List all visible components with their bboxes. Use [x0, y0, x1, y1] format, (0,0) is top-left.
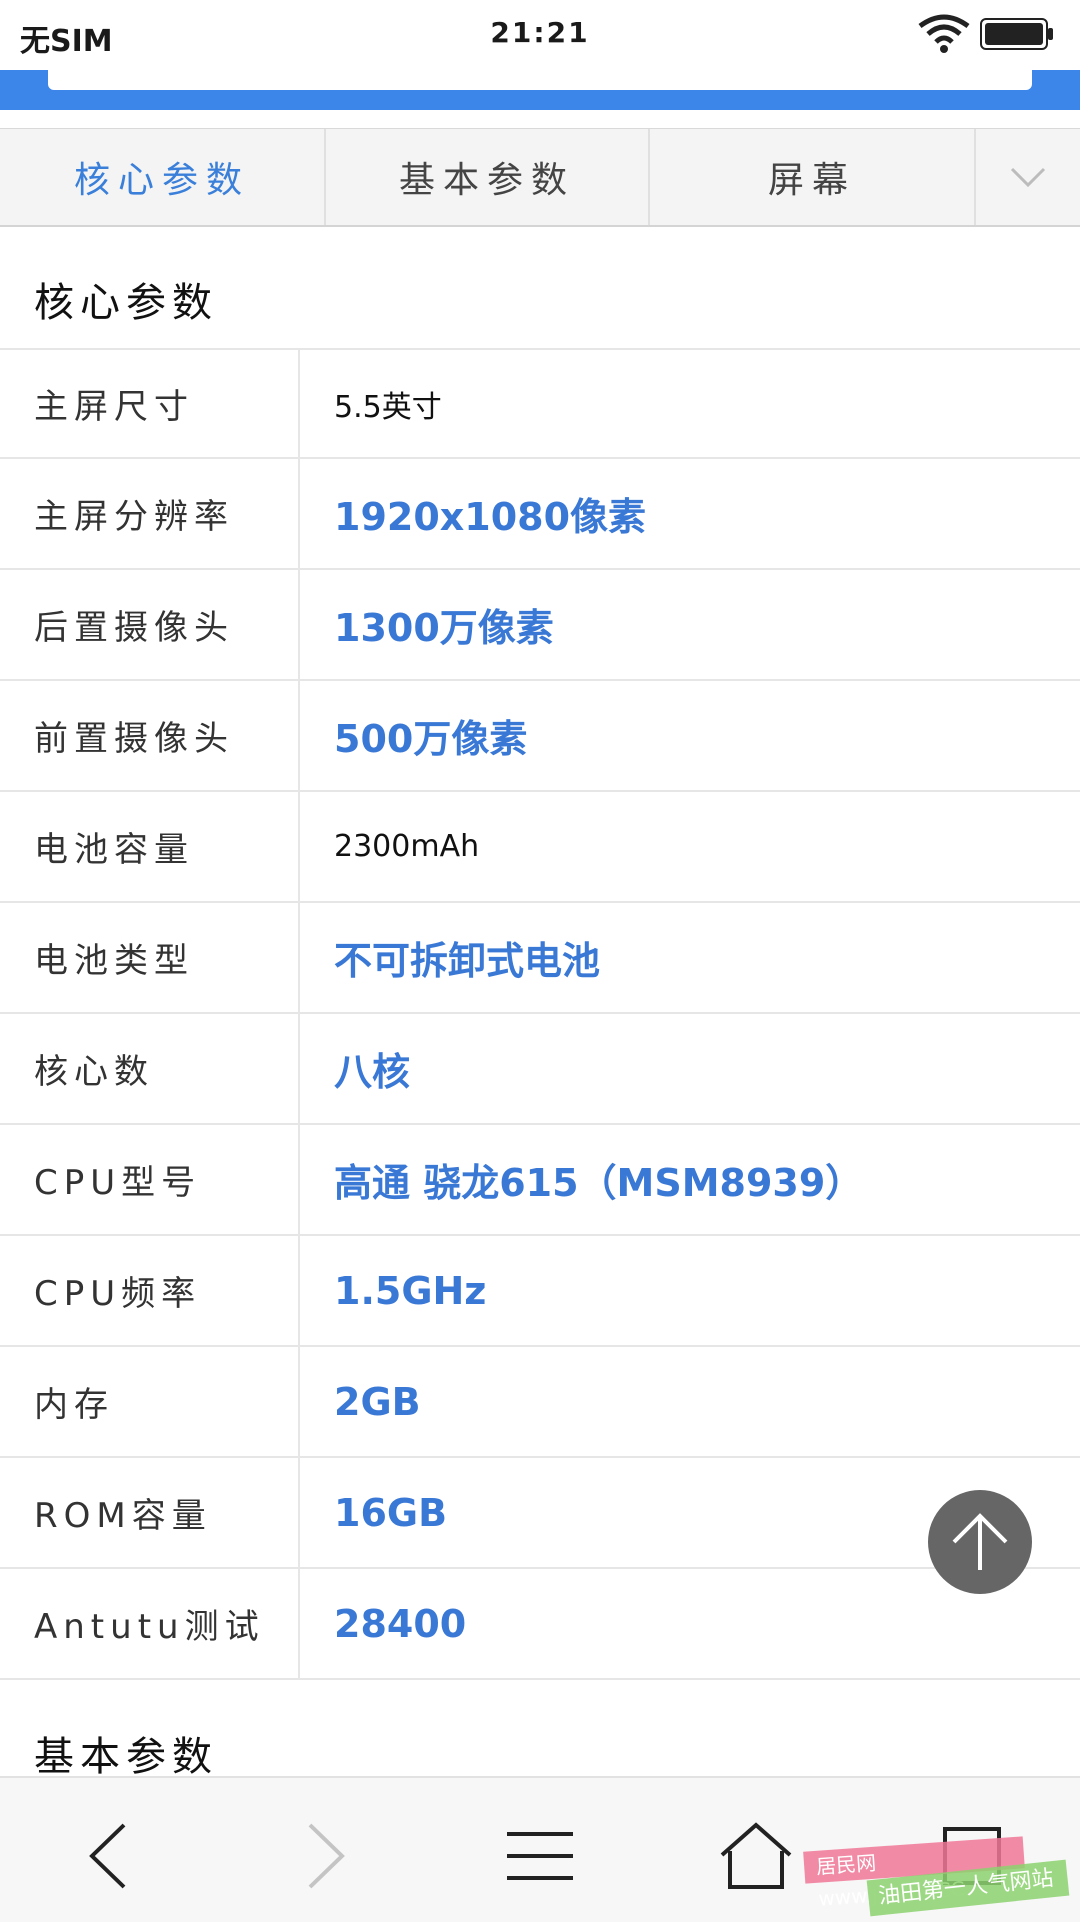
spec-value: 2300mAh [334, 829, 480, 864]
table-row: CPU频率 1.5GHz [0, 1236, 1080, 1347]
scroll-top-button[interactable] [928, 1490, 1032, 1594]
menu-button[interactable] [500, 1816, 580, 1896]
spec-label: 主屏尺寸 [0, 350, 300, 457]
table-row: 电池类型 不可拆卸式电池 [0, 903, 1080, 1014]
spec-label: CPU频率 [0, 1236, 300, 1345]
tab-dropdown-button[interactable] [976, 129, 1080, 225]
forward-button[interactable] [286, 1816, 366, 1896]
back-button[interactable] [68, 1816, 148, 1896]
tab-basic-params[interactable]: 基本参数 [326, 129, 650, 225]
spec-value[interactable]: 八核 [300, 1014, 1080, 1123]
table-row: 主屏分辨率 1920x1080像素 [0, 459, 1080, 570]
status-bar: 无SIM 21:21 [0, 0, 1080, 70]
home-icon [720, 1822, 792, 1889]
table-row: 内存 2GB [0, 1347, 1080, 1458]
tab-screen[interactable]: 屏幕 [650, 129, 976, 225]
table-row: 后置摄像头 1300万像素 [0, 570, 1080, 681]
chevron-down-icon [1010, 167, 1046, 188]
spec-label: 前置摄像头 [0, 681, 300, 790]
search-box[interactable] [48, 70, 1032, 90]
spec-value[interactable]: 1300万像素 [300, 570, 1080, 679]
chevron-right-icon [308, 1823, 345, 1889]
spec-value[interactable]: 1920x1080像素 [300, 459, 1080, 568]
spec-value: 5.5英寸 [334, 389, 442, 425]
spec-label: CPU型号 [0, 1125, 300, 1234]
table-row: Antutu测试 28400 [0, 1569, 1080, 1680]
spec-label: 核心数 [0, 1014, 300, 1123]
menu-icon [507, 1832, 573, 1880]
spec-label: 电池容量 [0, 792, 300, 901]
spec-label: 电池类型 [0, 903, 300, 1012]
table-row: 核心数 八核 [0, 1014, 1080, 1125]
spec-value[interactable]: 不可拆卸式电池 [300, 903, 1080, 1012]
spec-label: ROM容量 [0, 1458, 300, 1567]
spec-label: 后置摄像头 [0, 570, 300, 679]
spec-table: 主屏尺寸 5.5英寸 主屏分辨率 1920x1080像素 后置摄像头 1300万像素 前置摄… [0, 348, 1080, 1680]
table-row: ROM容量 16GB [0, 1458, 1080, 1569]
section-title-core: 核心参数 [34, 280, 218, 326]
chevron-left-icon [89, 1823, 126, 1889]
spec-value[interactable]: 2GB [300, 1347, 1080, 1456]
battery-icon [980, 18, 1053, 50]
spec-value[interactable]: 高通 骁龙615（MSM8939） [300, 1125, 1080, 1234]
table-row: CPU型号 高通 骁龙615（MSM8939） [0, 1125, 1080, 1236]
table-row: 前置摄像头 500万像素 [0, 681, 1080, 792]
spec-label: 内存 [0, 1347, 300, 1456]
tab-bar: 核心参数 基本参数 屏幕 [0, 128, 1080, 227]
spec-value[interactable]: 500万像素 [300, 681, 1080, 790]
table-row: 电池容量 2300mAh [0, 792, 1080, 903]
spec-value[interactable]: 1.5GHz [300, 1236, 1080, 1345]
arrow-up-icon [952, 1513, 1008, 1570]
tab-core-params[interactable]: 核心参数 [0, 129, 326, 225]
section-title-basic: 基本参数 [34, 1734, 218, 1780]
table-row: 主屏尺寸 5.5英寸 [0, 348, 1080, 459]
spec-label: 主屏分辨率 [0, 459, 300, 568]
spec-label: Antutu测试 [0, 1569, 300, 1678]
wifi-icon [918, 14, 970, 53]
home-button[interactable] [716, 1816, 796, 1896]
